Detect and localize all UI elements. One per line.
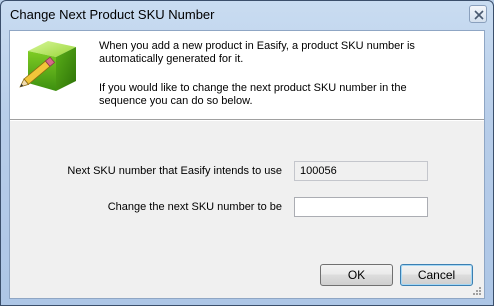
cancel-button[interactable]: Cancel (400, 264, 473, 286)
change-sku-input[interactable] (294, 197, 428, 217)
resize-grip-icon[interactable] (472, 286, 482, 296)
close-button[interactable] (469, 5, 487, 23)
panel-divider (10, 119, 484, 121)
info-text-change-instructions: If you would like to change the next pro… (99, 82, 407, 107)
info-text-auto-generated: When you add a new product in Easify, a … (99, 40, 415, 65)
dialog-window: Change Next Product SKU Number When you … (0, 0, 494, 306)
green-cube-pencil-icon (19, 41, 76, 91)
window-title: Change Next Product SKU Number (10, 7, 215, 22)
ok-button[interactable]: OK (320, 264, 393, 286)
next-sku-field: 100056 (294, 161, 428, 181)
dialog-client-area: When you add a new product in Easify, a … (9, 30, 485, 299)
change-sku-label: Change the next SKU number to be (107, 201, 282, 213)
title-bar[interactable]: Change Next Product SKU Number (1, 1, 493, 29)
next-sku-label: Next SKU number that Easify intends to u… (67, 165, 282, 177)
info-panel: When you add a new product in Easify, a … (10, 31, 484, 119)
close-icon (474, 10, 484, 20)
